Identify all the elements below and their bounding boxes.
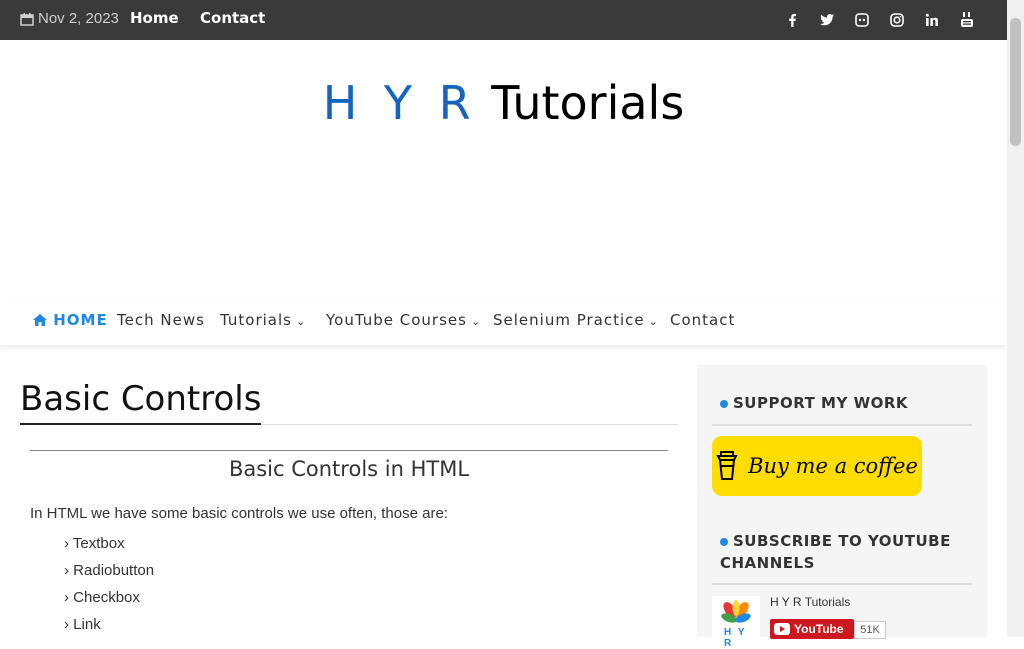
chevron-down-icon: ⌄ — [648, 315, 659, 328]
instagram-icon[interactable] — [889, 12, 905, 28]
nav-youtube-courses-label: YouTube Courses — [326, 311, 467, 329]
page-title: Basic Controls — [20, 379, 262, 425]
nav-home-label: HOME — [53, 311, 108, 329]
scrollbar-thumb[interactable] — [1010, 18, 1021, 146]
subscribe-heading-line1: SUBSCRIBE TO YOUTUBE — [733, 532, 951, 550]
list-item-label: Checkbox — [73, 589, 140, 606]
page-scrollbar[interactable] — [1007, 0, 1024, 637]
channel-logo[interactable]: H Y R — [712, 596, 760, 649]
list-item: › Checkbox — [64, 589, 154, 616]
youtube-channel-widget: H Y R H Y R Tutorials YouTube 51K — [712, 593, 972, 649]
nav-item-home[interactable]: HOME — [33, 311, 108, 329]
logo-tutorials-text: Tutorials — [491, 76, 685, 130]
bullet-icon — [720, 537, 728, 546]
calendar-icon — [20, 12, 34, 26]
list-item: › Radiobutton — [64, 562, 154, 589]
facebook-icon[interactable] — [784, 12, 800, 28]
section-divider — [30, 450, 668, 451]
twitter-icon[interactable] — [819, 12, 835, 28]
chevron-right-icon: › — [64, 589, 69, 606]
subscribe-heading: SUBSCRIBE TO YOUTUBE CHANNELS — [720, 530, 951, 574]
support-heading: SUPPORT MY WORK — [720, 394, 908, 412]
youtube-button-label: YouTube — [794, 622, 844, 636]
linkedin-icon[interactable] — [924, 12, 940, 28]
support-heading-text: SUPPORT MY WORK — [733, 394, 909, 412]
main-navigation: HOME Tech News Tutorials ⌄ YouTube Course… — [0, 300, 1007, 345]
site-logo[interactable]: H Y R Tutorials — [0, 76, 1007, 130]
nav-selenium-practice-label: Selenium Practice — [493, 311, 645, 329]
coffee-button-label: Buy me a coffee — [748, 454, 918, 478]
nav-item-youtube-courses[interactable]: YouTube Courses ⌄ — [326, 311, 481, 329]
sidebar-divider — [712, 424, 972, 426]
bullet-icon — [720, 399, 728, 408]
top-bar: Nov 2, 2023 Home Contact — [0, 0, 1007, 40]
nav-item-tech-news[interactable]: Tech News — [117, 311, 205, 329]
list-item: › Link — [64, 616, 154, 643]
nav-item-contact[interactable]: Contact — [670, 311, 735, 329]
buy-me-coffee-button[interactable]: Buy me a coffee — [712, 436, 922, 496]
logo-hyr-text: H Y R — [322, 76, 477, 130]
chevron-down-icon: ⌄ — [295, 315, 307, 328]
date-text: Nov 2, 2023 — [38, 10, 119, 27]
youtube-subscribe-button[interactable]: YouTube — [770, 619, 854, 639]
controls-list: › Textbox › Radiobutton › Checkbox › Lin… — [64, 535, 154, 643]
list-item-label: Radiobutton — [73, 562, 155, 579]
youtube-icon[interactable] — [959, 12, 975, 28]
section-heading: Basic Controls in HTML — [228, 457, 470, 481]
channel-logo-text: H Y R — [724, 627, 747, 649]
sidebar-divider — [712, 583, 972, 585]
nav-tutorials-label: Tutorials — [220, 311, 292, 329]
subscriber-count: 51K — [854, 621, 886, 639]
list-item-label: Link — [73, 616, 101, 633]
chevron-right-icon: › — [64, 562, 69, 579]
date-display: Nov 2, 2023 — [20, 10, 119, 27]
home-icon — [33, 314, 47, 326]
list-item-label: Textbox — [72, 535, 125, 552]
intro-text: In HTML we have some basic controls we u… — [30, 505, 448, 522]
subscribe-heading-line2: CHANNELS — [720, 554, 815, 572]
channel-name[interactable]: H Y R Tutorials — [770, 595, 850, 609]
discord-icon[interactable] — [854, 12, 870, 28]
top-link-home[interactable]: Home — [130, 9, 179, 27]
chevron-down-icon: ⌄ — [470, 315, 482, 328]
coffee-cup-icon — [716, 451, 738, 480]
chevron-right-icon: › — [64, 535, 69, 552]
list-item: › Textbox — [64, 535, 154, 562]
main-content: Basic Controls Basic Controls in HTML In… — [20, 365, 678, 633]
top-link-contact[interactable]: Contact — [200, 9, 265, 27]
youtube-play-icon — [774, 623, 790, 635]
sidebar: SUPPORT MY WORK Buy me a coffee SUBSCRIB… — [697, 365, 987, 649]
nav-item-selenium-practice[interactable]: Selenium Practice ⌄ — [493, 311, 659, 329]
nav-item-tutorials[interactable]: Tutorials ⌄ — [220, 311, 306, 329]
chevron-right-icon: › — [64, 616, 69, 633]
